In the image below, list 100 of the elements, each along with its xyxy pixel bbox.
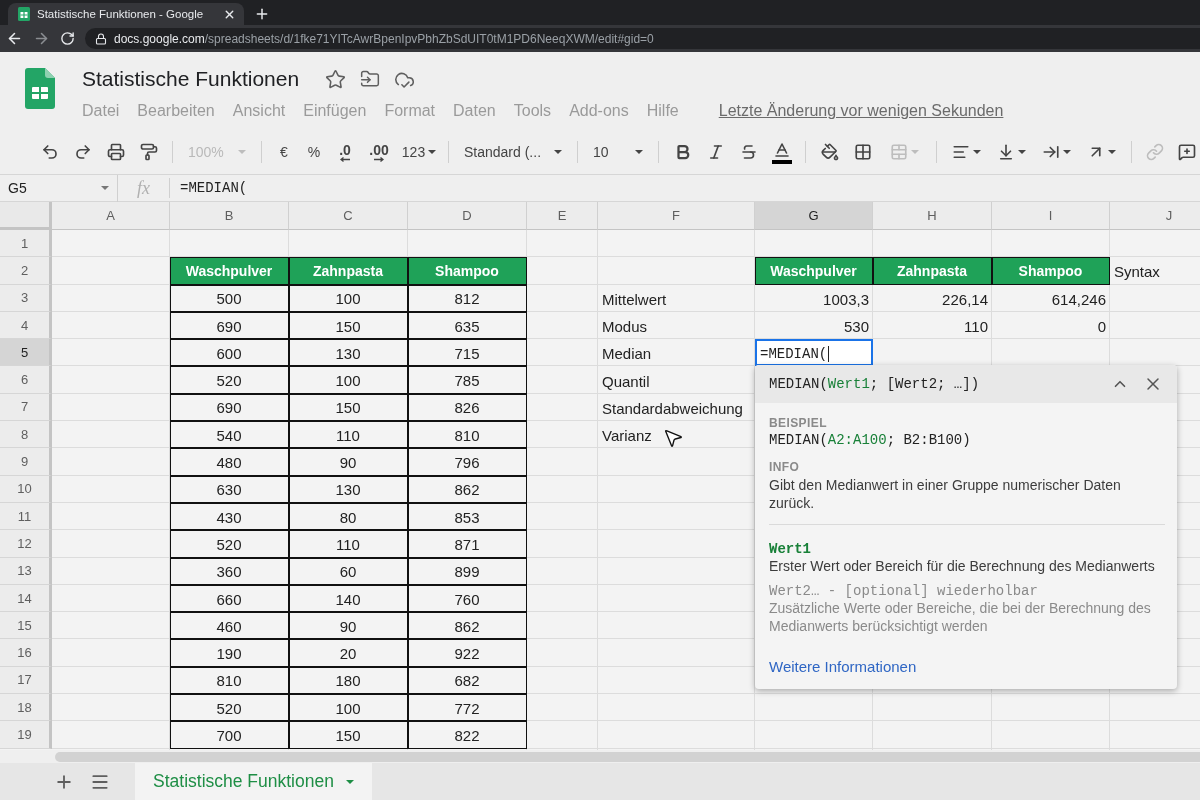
stat-label: Mittelwert [602,290,667,308]
formula-input[interactable]: =MEDIAN( [180,180,248,196]
table-cell: 500 [170,284,289,312]
column-header[interactable]: A [52,202,170,230]
caret-icon [1063,150,1071,154]
horizontal-scrollbar[interactable] [55,751,1200,762]
table-cell: 822 [408,721,527,749]
decrease-decimals-button[interactable]: .0 [329,137,361,167]
table-cell: 130 [289,339,408,367]
sheets-logo[interactable] [25,68,55,109]
cell-text: Syntax [1114,263,1160,281]
sheet-tab[interactable]: Statistische Funktionen [135,763,372,800]
table-cell: 100 [289,366,408,394]
table-cell: 862 [408,475,527,503]
column-header[interactable]: D [408,202,527,230]
reload-icon[interactable] [60,31,75,46]
stat-value: 530 [843,318,869,336]
argument-name: Wert1 [769,541,812,557]
text-cursor-icon [828,345,830,362]
column-header[interactable]: C [289,202,408,230]
table-cell: 520 [170,530,289,558]
printer-icon [106,143,125,161]
column-header[interactable]: J [1110,202,1200,230]
row-header[interactable]: 19 [0,721,52,749]
paint-bucket-icon [820,143,839,161]
column-header[interactable]: G [755,202,873,230]
row-header[interactable]: 14 [0,584,52,613]
table-cell: 715 [408,339,527,367]
row-header[interactable]: 10 [0,475,52,503]
browser-tab[interactable]: Statistische Funktionen - Google [8,3,244,25]
table-cell: 150 [289,311,408,340]
arrow-right-to-line-icon [1042,143,1060,161]
row-header[interactable]: 1 [0,230,52,258]
stat-label: Standardabweichung [602,399,743,417]
folder-icon[interactable] [360,69,381,89]
row-header[interactable]: 4 [0,311,52,340]
row-header[interactable]: 15 [0,612,52,640]
last-edit-link[interactable]: Letzte Änderung vor wenigen Sekunden [718,102,1004,120]
table-cell: 110 [289,530,408,558]
address-bar[interactable]: docs.google.com/spreadsheets/d/1fke71YITcAwrBpenIpvPbhZbSdUIT0tM1PD6NeeqXWM/edit#gid=0 [85,28,1200,49]
currency-button[interactable]: € [269,137,299,167]
back-icon[interactable] [6,30,23,47]
row-header[interactable]: 7 [0,393,52,422]
column-header[interactable]: F [598,202,755,230]
table-header: Shampoo [992,257,1110,285]
star-icon[interactable] [325,68,347,90]
row-header[interactable]: 11 [0,502,52,531]
document-title[interactable]: Statistische Funktionen [82,67,300,91]
row-header[interactable]: 13 [0,557,52,585]
description-text: Gibt den Medianwert in einer Gruppe numerischer Daten zurück. [769,476,1122,512]
row-header[interactable]: 12 [0,530,52,558]
new-tab-icon[interactable] [254,6,270,22]
table-cell: 480 [170,448,289,476]
argument-description: Erster Wert oder Bereich für die Berechnung des Medianwerts [769,557,1156,575]
table-header: Zahnpasta [289,257,408,285]
stat-label: Median [602,345,652,363]
column-header[interactable]: B [170,202,289,230]
cell-editor[interactable]: =MEDIAN( [755,339,873,367]
number-format-select[interactable]: 123 [397,137,441,167]
forward-icon[interactable] [33,30,50,47]
row-header[interactable]: 16 [0,639,52,667]
table-cell: 600 [170,339,289,367]
stat-label: Varianz [602,427,652,445]
table-cell: 796 [408,448,527,476]
caret-icon [238,150,246,154]
table-cell: 635 [408,311,527,340]
percent-button[interactable]: % [299,137,329,167]
font-select[interactable]: Standard (... [456,137,570,167]
row-header[interactable]: 9 [0,448,52,476]
caret-icon [635,150,643,154]
row-header[interactable]: 17 [0,666,52,695]
row-header[interactable]: 6 [0,366,52,394]
more-info-link[interactable]: Weitere Informationen [769,658,917,675]
row-header[interactable]: 5 [0,339,52,367]
section-label: INFO [769,460,801,474]
table-cell: 130 [289,475,408,503]
add-comment-icon [1178,143,1196,161]
table-cell: 150 [289,721,408,749]
table-header: Waschpulver [755,257,873,285]
table-cell: 853 [408,502,527,531]
increase-decimals-button[interactable]: .00 [361,137,397,167]
redo-icon [73,143,92,161]
column-header[interactable]: E [527,202,598,230]
font-size-select[interactable]: 10 [585,137,651,167]
table-cell: 80 [289,502,408,531]
row-header[interactable]: 3 [0,284,52,312]
table-cell: 899 [408,557,527,585]
row-header[interactable]: 8 [0,421,52,449]
table-cell: 20 [289,639,408,667]
row-header[interactable]: 2 [0,257,52,285]
table-cell: 190 [170,639,289,667]
lock-icon [95,32,107,45]
table-cell: 810 [170,666,289,695]
row-header[interactable]: 18 [0,694,52,722]
name-box[interactable]: G5 [0,174,118,202]
stat-value: 226,14 [942,290,988,308]
table-cell: 630 [170,475,289,503]
column-header[interactable]: H [873,202,992,230]
column-header[interactable]: I [992,202,1110,230]
right-arrow-icon [374,156,384,162]
